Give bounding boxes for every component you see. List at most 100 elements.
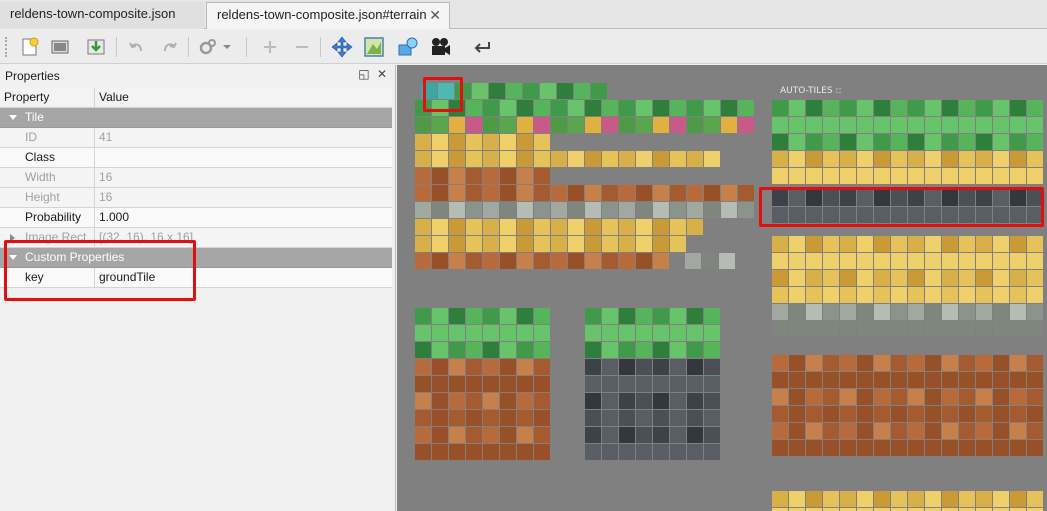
tile [500, 202, 516, 218]
move-icon[interactable] [330, 35, 354, 59]
dirt-row[interactable] [415, 168, 550, 184]
toolbar-grip[interactable] [5, 37, 9, 57]
settings-dropdown-icon[interactable] [196, 35, 220, 59]
grass-row[interactable] [455, 83, 607, 99]
stone-row[interactable] [415, 202, 754, 218]
remove-icon[interactable] [290, 35, 314, 59]
row-probability[interactable]: Probability 1.000 [0, 208, 392, 228]
tile [806, 100, 822, 116]
tile [602, 308, 618, 324]
tile [653, 151, 669, 167]
autotile-grass[interactable] [772, 100, 1043, 150]
flower-row[interactable] [415, 117, 754, 133]
tile [602, 342, 618, 358]
tile [517, 376, 533, 392]
dirt-row[interactable] [415, 253, 669, 269]
autotile-sand[interactable] [772, 491, 1043, 511]
tile [534, 308, 550, 324]
autotile-dirt[interactable] [772, 355, 1043, 456]
tile [466, 342, 482, 358]
tile [517, 219, 533, 235]
tile [806, 440, 822, 456]
row-value[interactable]: 1.000 [96, 208, 392, 228]
tile [534, 444, 550, 460]
animation-icon[interactable] [428, 35, 452, 59]
shapes-icon[interactable] [396, 35, 420, 59]
row-height[interactable]: Height 16 [0, 188, 392, 208]
new-map-icon[interactable] [18, 35, 42, 59]
tile [976, 287, 992, 303]
tile [636, 185, 652, 201]
tab-composite-json[interactable]: reldens-town-composite.json [0, 2, 204, 29]
tileset-canvas[interactable]: AUTO-TILES :: [397, 65, 1047, 511]
sand-row[interactable] [415, 151, 720, 167]
undo-icon[interactable] [124, 35, 148, 59]
sand-row[interactable] [415, 236, 686, 252]
tile [874, 355, 890, 371]
row-width[interactable]: Width 16 [0, 168, 392, 188]
row-value[interactable] [96, 148, 392, 168]
back-icon[interactable] [470, 35, 494, 59]
grass-row[interactable] [415, 100, 754, 116]
close-tab-icon[interactable]: ✕ [429, 3, 441, 27]
tile [585, 376, 601, 392]
terrain-grass-block[interactable] [415, 308, 550, 358]
row-class[interactable]: Class [0, 148, 392, 168]
redo-icon[interactable] [158, 35, 182, 59]
tab-composite-json-terrain[interactable]: reldens-town-composite.json#terrain ✕ [206, 2, 450, 29]
tile [500, 444, 516, 460]
terrain-dirt-block[interactable] [415, 359, 550, 460]
tile [874, 151, 890, 167]
terrain-icon[interactable] [362, 35, 386, 59]
group-tile[interactable]: Tile [0, 108, 392, 128]
tile [857, 372, 873, 388]
autotile-sand[interactable] [772, 236, 1043, 303]
open-icon[interactable] [48, 35, 72, 59]
tileset-image[interactable] [397, 65, 1047, 511]
float-panel-icon[interactable]: ◱ [358, 67, 369, 81]
tile [1027, 270, 1043, 286]
tile [721, 100, 737, 116]
tile [1027, 287, 1043, 303]
autotile-sand[interactable] [772, 151, 1043, 184]
stone-row[interactable] [685, 253, 735, 269]
sand-row[interactable] [415, 134, 550, 150]
tile [687, 325, 703, 341]
save-icon[interactable] [84, 35, 108, 59]
tile [925, 151, 941, 167]
tile [466, 325, 482, 341]
tile [415, 444, 431, 460]
tab-bar: reldens-town-composite.json reldens-town… [0, 0, 1047, 29]
tile [483, 117, 499, 133]
tile [670, 308, 686, 324]
dirt-row[interactable] [415, 185, 754, 201]
tile [619, 393, 635, 409]
header-property[interactable]: Property [0, 88, 95, 108]
tile [1010, 321, 1026, 337]
tile [772, 321, 788, 337]
terrain-grass-block[interactable] [585, 308, 720, 358]
close-panel-icon[interactable]: ✕ [377, 67, 387, 81]
tile [925, 389, 941, 405]
tile [568, 100, 584, 116]
tile [500, 342, 516, 358]
tile [500, 134, 516, 150]
tile [432, 202, 448, 218]
row-id[interactable]: ID 41 [0, 128, 392, 148]
tile [568, 236, 584, 252]
chevron-down-icon[interactable] [220, 35, 234, 59]
terrain-stone-block[interactable] [585, 359, 720, 460]
tile [857, 321, 873, 337]
tile [483, 185, 499, 201]
tile [466, 444, 482, 460]
tile [704, 308, 720, 324]
autotile-stone[interactable] [772, 304, 1043, 337]
tile [993, 423, 1009, 439]
tile [585, 427, 601, 443]
add-icon[interactable] [258, 35, 282, 59]
header-value[interactable]: Value [96, 88, 392, 108]
tile [840, 253, 856, 269]
selected-tile-highlight [423, 77, 463, 112]
sand-row[interactable] [415, 219, 703, 235]
tile [840, 100, 856, 116]
